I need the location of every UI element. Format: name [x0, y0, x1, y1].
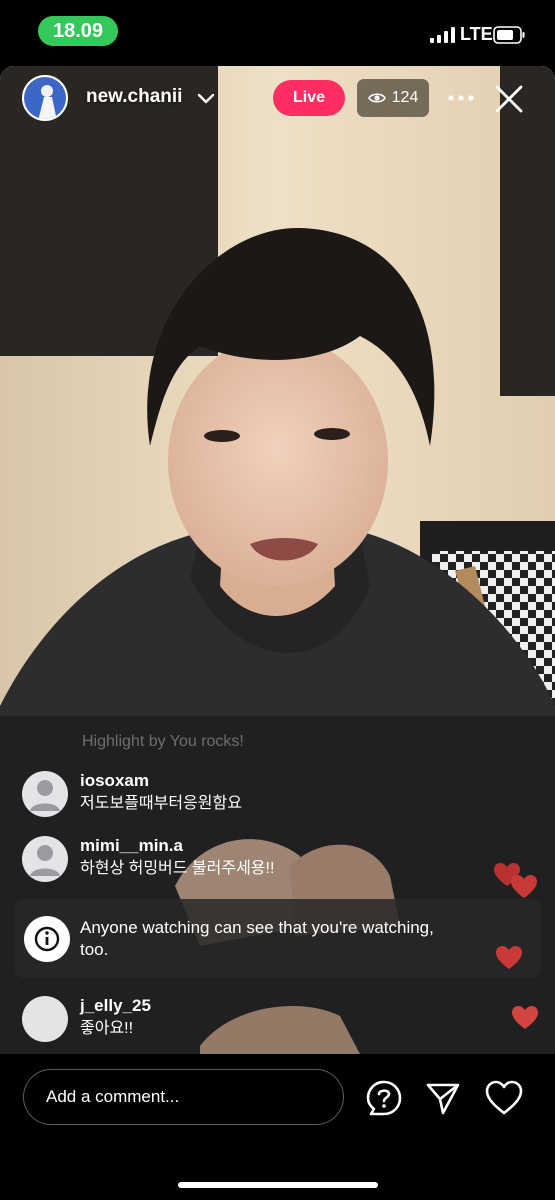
- watching-notice: Anyone watching can see that you're watc…: [14, 899, 541, 978]
- commenter-avatar[interactable]: [22, 996, 68, 1042]
- network-label: LTE: [460, 24, 493, 44]
- comment-text: 하현상 허밍버드 불러주세용!!: [80, 860, 275, 877]
- signal-icon: [430, 27, 455, 43]
- viewer-count: 124: [391, 89, 419, 106]
- comment-username[interactable]: iosoxam: [80, 771, 242, 791]
- heart-icon: [511, 875, 537, 898]
- comment-item: j_elly_25 좋아요!!: [22, 996, 151, 1042]
- default-avatar-icon: [30, 845, 60, 876]
- comment-text: 저도보플때부터응원함요: [80, 795, 242, 812]
- bottom-bar: [0, 1054, 555, 1200]
- host-username[interactable]: new.chanii: [86, 86, 182, 108]
- comment-username[interactable]: j_elly_25: [80, 996, 151, 1016]
- heart-icon[interactable]: [485, 1080, 523, 1116]
- live-badge: Live: [273, 80, 345, 116]
- faded-comment: Highlight by You rocks!: [82, 733, 244, 750]
- viewer-count-button[interactable]: 124: [357, 79, 429, 117]
- comment-item: iosoxam 저도보플때부터응원함요: [22, 771, 242, 817]
- battery-icon: [493, 26, 525, 44]
- heart-icon: [512, 1006, 538, 1029]
- status-bar: 18.09 LTE: [0, 0, 555, 66]
- home-indicator[interactable]: [178, 1182, 378, 1188]
- commenter-avatar[interactable]: [22, 771, 68, 817]
- commenter-avatar[interactable]: [22, 836, 68, 882]
- default-avatar-icon: [30, 780, 60, 811]
- close-icon[interactable]: [494, 84, 524, 114]
- comment-item: mimi__min.a 하현상 허밍버드 불러주세용!!: [22, 836, 274, 882]
- more-icon[interactable]: [446, 86, 476, 110]
- info-icon: [24, 916, 70, 962]
- send-icon[interactable]: [425, 1080, 461, 1116]
- notice-text: Anyone watching can see that you're watc…: [80, 918, 434, 959]
- question-icon[interactable]: [365, 1079, 403, 1117]
- eye-icon: [367, 93, 386, 103]
- status-time[interactable]: 18.09: [38, 16, 118, 46]
- host-avatar[interactable]: [22, 75, 68, 121]
- chevron-down-icon[interactable]: [196, 88, 216, 108]
- comment-username[interactable]: mimi__min.a: [80, 836, 274, 856]
- comment-input[interactable]: [23, 1069, 344, 1125]
- heart-icon: [496, 946, 522, 969]
- comment-text: 좋아요!!: [80, 1020, 134, 1037]
